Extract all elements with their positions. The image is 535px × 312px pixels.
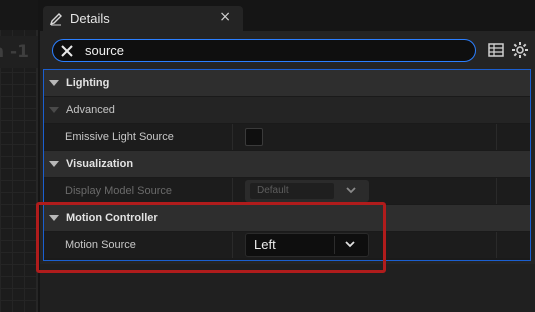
expand-arrow-icon[interactable] <box>49 80 59 86</box>
tab-details[interactable]: Details × <box>43 6 243 31</box>
property-value <box>234 124 494 150</box>
property-label: Motion Source <box>44 232 233 258</box>
search-input[interactable]: source <box>85 43 124 58</box>
tab-label: Details <box>70 11 110 26</box>
category-advanced[interactable]: Advanced <box>44 97 530 123</box>
category-label: Visualization <box>66 158 134 170</box>
category-label: Advanced <box>66 104 115 116</box>
property-label: Emissive Light Source <box>44 124 233 150</box>
expand-arrow-icon[interactable] <box>49 161 59 167</box>
search-clear-button[interactable] <box>57 41 77 61</box>
category-motion-controller[interactable]: Motion Controller <box>44 205 530 231</box>
dropdown-value: Left <box>251 236 335 254</box>
property-row-emissive-light-source: Emissive Light Source <box>44 124 530 150</box>
dropdown-value: Default <box>250 183 334 199</box>
motion-source-dropdown[interactable]: Left <box>245 233 369 257</box>
property-value: Default <box>234 178 494 204</box>
property-value: Left <box>234 232 494 258</box>
reset-column-divider <box>496 124 497 150</box>
property-row-motion-source: Motion Source Left <box>44 232 530 258</box>
chevron-down-icon[interactable] <box>344 238 356 250</box>
expand-arrow-icon[interactable] <box>49 215 59 221</box>
tab-bar: Details × <box>40 0 535 31</box>
category-label: Lighting <box>66 77 110 89</box>
category-label: Motion Controller <box>66 212 158 224</box>
details-panel-footer <box>40 264 535 312</box>
tab-close-button[interactable]: × <box>219 9 231 25</box>
pencil-icon <box>49 12 62 25</box>
viewport-edge[interactable]: n -1 <box>0 0 38 312</box>
property-tree: Lighting Advanced Emissive Light Source … <box>43 69 531 261</box>
category-lighting[interactable]: Lighting <box>44 70 530 96</box>
emissive-light-source-checkbox[interactable] <box>245 128 263 146</box>
reset-column-divider <box>496 178 497 204</box>
property-row-display-model-source: Display Model Source Default <box>44 178 530 204</box>
search-box[interactable]: source <box>52 39 476 62</box>
x-icon <box>61 44 73 57</box>
expand-arrow-icon[interactable] <box>49 107 59 113</box>
gear-icon[interactable] <box>511 41 529 59</box>
viewport-header-text: n -1 <box>0 36 38 68</box>
reset-column-divider <box>496 232 497 258</box>
table-view-icon[interactable] <box>487 41 505 59</box>
category-visualization[interactable]: Visualization <box>44 151 530 177</box>
viewport-topbar <box>0 0 38 30</box>
display-model-source-dropdown: Default <box>245 180 369 202</box>
chevron-down-icon <box>346 187 356 194</box>
property-label: Display Model Source <box>44 178 233 204</box>
